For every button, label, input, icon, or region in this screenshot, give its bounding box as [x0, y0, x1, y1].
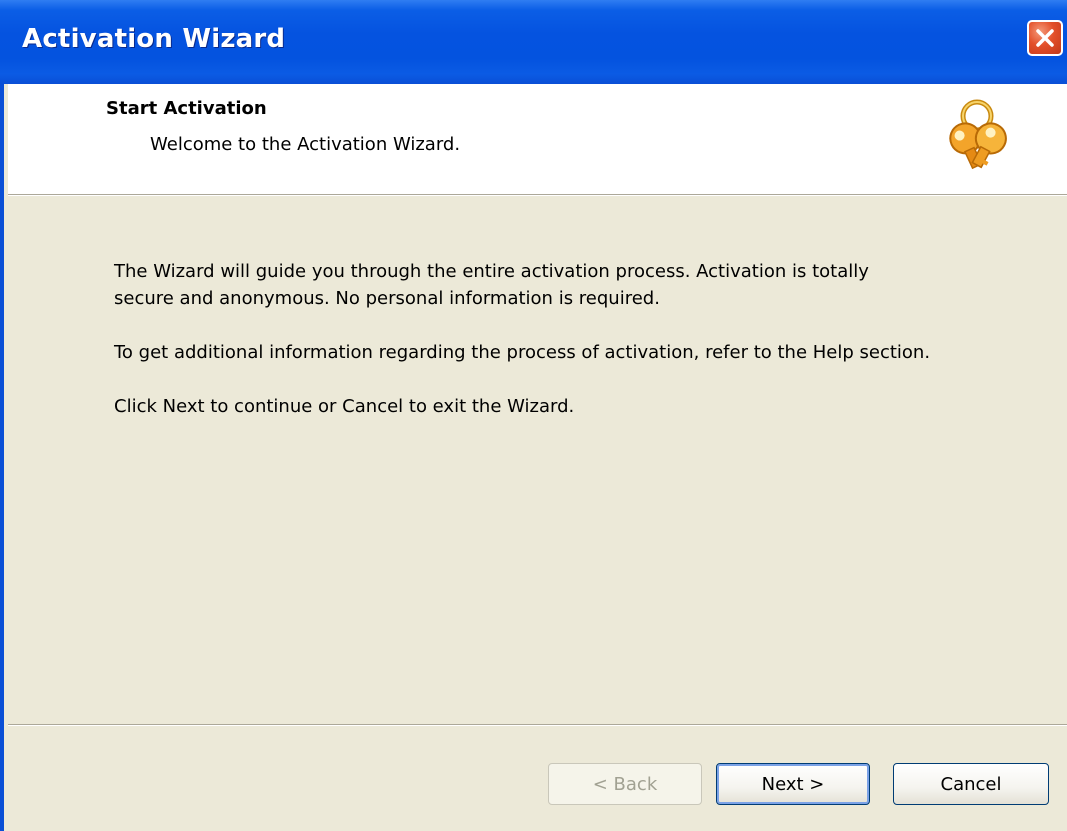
keys-icon [949, 99, 1007, 170]
help-paragraph: To get additional information regarding … [114, 342, 931, 363]
title-bar[interactable]: Activation Wizard [0, 0, 1067, 84]
instruction-paragraph: Click Next to continue or Cancel to exit… [114, 396, 575, 417]
cancel-button[interactable]: Cancel [893, 763, 1049, 805]
close-button[interactable] [1027, 20, 1063, 56]
wizard-body: The Wizard will guide you through the en… [114, 258, 934, 447]
close-icon [1036, 29, 1054, 47]
page-title: Start Activation [106, 98, 267, 119]
next-button[interactable]: Next > [716, 763, 870, 805]
back-button[interactable]: < Back [548, 763, 702, 805]
footer-divider [8, 724, 1067, 726]
window-title: Activation Wizard [22, 24, 286, 54]
wizard-header: Start Activation Welcome to the Activati… [8, 84, 1067, 195]
intro-paragraph: The Wizard will guide you through the en… [114, 261, 869, 309]
activation-wizard-window: Activation Wizard Start Activation Welco… [0, 0, 1067, 831]
page-subtitle: Welcome to the Activation Wizard. [150, 134, 461, 155]
header-divider [8, 195, 1067, 196]
